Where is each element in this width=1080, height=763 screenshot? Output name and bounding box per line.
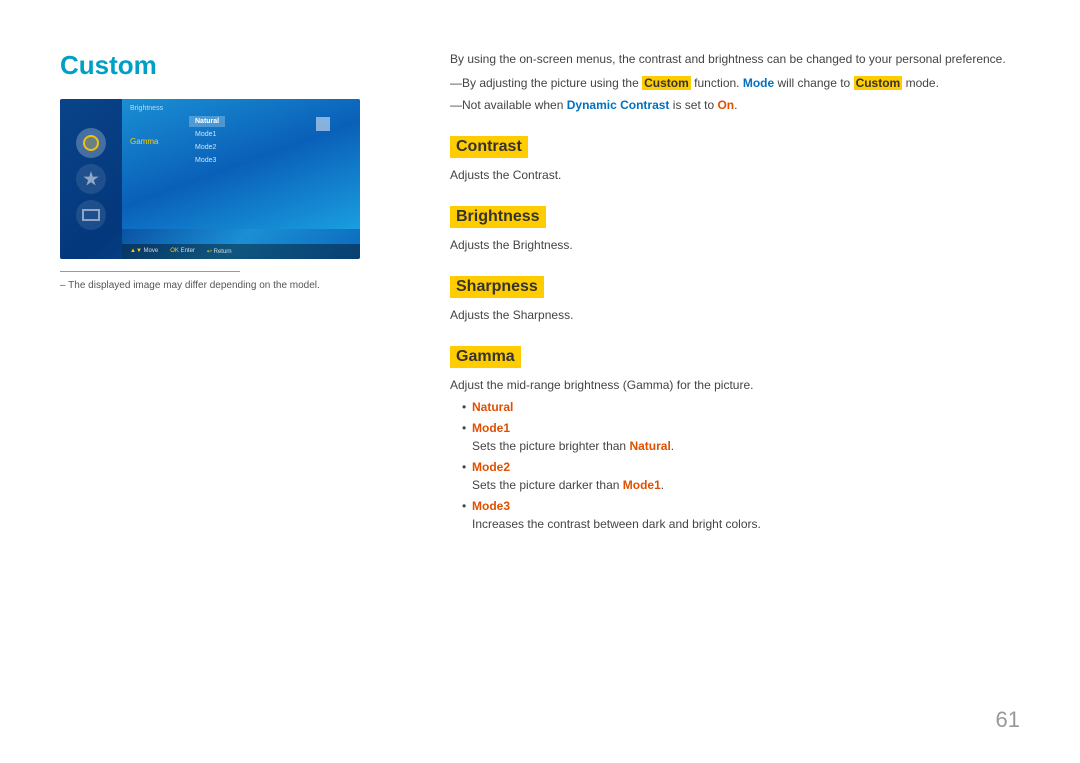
footnote-text: – The displayed image may differ dependi… xyxy=(60,280,400,291)
gamma-desc: Adjust the mid-range brightness (Gamma) … xyxy=(450,376,1020,394)
gamma-heading: Gamma xyxy=(450,346,521,368)
mode1-natural-ref: Natural xyxy=(629,439,670,453)
tv-screenshot: Brightness Gamma Natural Mode1 Mode2 Mod… xyxy=(60,99,360,259)
contrast-desc: Adjusts the Contrast. xyxy=(450,166,1020,184)
sharpness-desc: Adjusts the Sharpness. xyxy=(450,306,1020,324)
on-highlight: On xyxy=(717,98,734,112)
mode2-desc: Sets the picture darker than Mode1. xyxy=(472,476,1020,494)
right-column: By using the on-screen menus, the contra… xyxy=(430,50,1020,723)
intro-bullet2: Not available when Dynamic Contrast is s… xyxy=(450,96,1020,114)
dynamic-contrast-highlight: Dynamic Contrast xyxy=(567,98,670,112)
mode1-desc: Sets the picture brighter than Natural. xyxy=(472,437,1020,455)
tv-content: Brightness Gamma Natural Mode1 Mode2 Mod… xyxy=(122,99,360,259)
tv-icon-2 xyxy=(76,164,106,194)
tv-btn-return: ↩ Return xyxy=(207,248,232,255)
tv-menu-label: Gamma xyxy=(130,137,185,146)
gamma-list: Natural Mode1 Sets the picture brighter … xyxy=(450,398,1020,533)
tv-icon-3 xyxy=(76,200,106,230)
mode3-label: Mode3 xyxy=(472,499,510,513)
gamma-item-mode1: Mode1 Sets the picture brighter than Nat… xyxy=(462,419,1020,455)
tv-btn-move: ▲▼ Move xyxy=(130,248,158,255)
tv-top-label: Brightness xyxy=(122,99,360,114)
intro-bullet1: By adjusting the picture using the Custo… xyxy=(450,74,1020,92)
left-column: Custom Brightness xyxy=(60,50,430,723)
tv-submenu-item-0: Natural xyxy=(189,116,225,127)
custom-highlight-1: Custom xyxy=(642,76,691,90)
tv-icon-bar xyxy=(60,99,122,259)
mode1-label: Mode1 xyxy=(472,421,510,435)
contrast-heading: Contrast xyxy=(450,136,528,158)
brightness-desc: Adjusts the Brightness. xyxy=(450,236,1020,254)
mode2-mode1-ref: Mode1 xyxy=(623,478,661,492)
brightness-heading: Brightness xyxy=(450,206,546,228)
tv-submenu: Natural Mode1 Mode2 Mode3 xyxy=(189,116,225,166)
tv-menu-row: Gamma Natural Mode1 Mode2 Mode3 xyxy=(122,114,360,168)
tv-btn-enter: OK Enter xyxy=(170,248,195,255)
tv-submenu-item-2: Mode2 xyxy=(189,142,225,153)
mode-highlight: Mode xyxy=(743,76,774,90)
gamma-item-mode3: Mode3 Increases the contrast between dar… xyxy=(462,497,1020,533)
page-number: 61 xyxy=(996,707,1020,733)
sharpness-heading: Sharpness xyxy=(450,276,544,298)
gamma-item-mode2: Mode2 Sets the picture darker than Mode1… xyxy=(462,458,1020,494)
page-title: Custom xyxy=(60,50,400,81)
tv-submenu-item-1: Mode1 xyxy=(189,129,225,140)
tv-submenu-item-3: Mode3 xyxy=(189,155,225,166)
tv-bottom-bar: ▲▼ Move OK Enter ↩ Return xyxy=(122,244,360,259)
mode3-desc: Increases the contrast between dark and … xyxy=(472,515,1020,533)
natural-label: Natural xyxy=(472,400,513,414)
gamma-item-natural: Natural xyxy=(462,398,1020,416)
tv-icon-1 xyxy=(76,128,106,158)
mode2-label: Mode2 xyxy=(472,460,510,474)
divider xyxy=(60,271,240,272)
custom-highlight-2: Custom xyxy=(854,76,903,90)
intro-line1: By using the on-screen menus, the contra… xyxy=(450,50,1020,68)
